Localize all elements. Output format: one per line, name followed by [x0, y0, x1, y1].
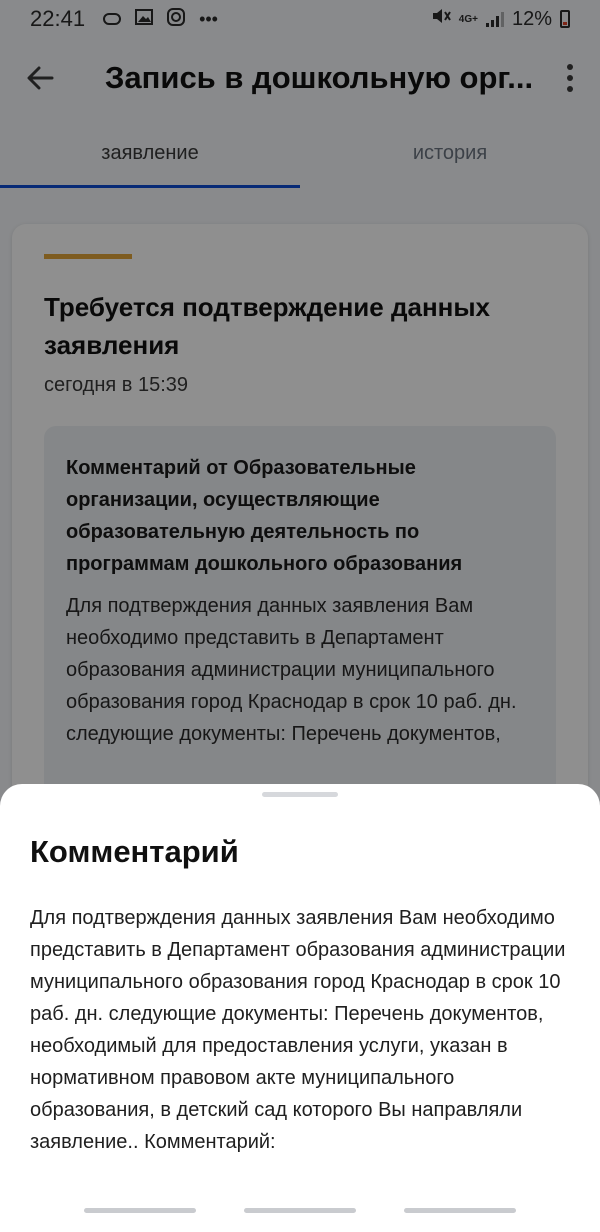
nav-recent-button[interactable]	[84, 1208, 196, 1213]
sheet-comment-text: Для подтверждения данных заявления Вам н…	[30, 907, 566, 1153]
nav-home-button[interactable]	[244, 1208, 356, 1213]
comment-bottom-sheet: Комментарий Для подтверждения данных зая…	[0, 784, 600, 1232]
sheet-title: Комментарий	[30, 834, 239, 869]
system-navigation-bar	[0, 1208, 600, 1232]
sheet-drag-handle[interactable]	[262, 792, 338, 797]
nav-back-button[interactable]	[404, 1208, 516, 1213]
screen: 22:41 ••• 4G+ 12% Запись в дошкольную ор…	[0, 0, 600, 1232]
